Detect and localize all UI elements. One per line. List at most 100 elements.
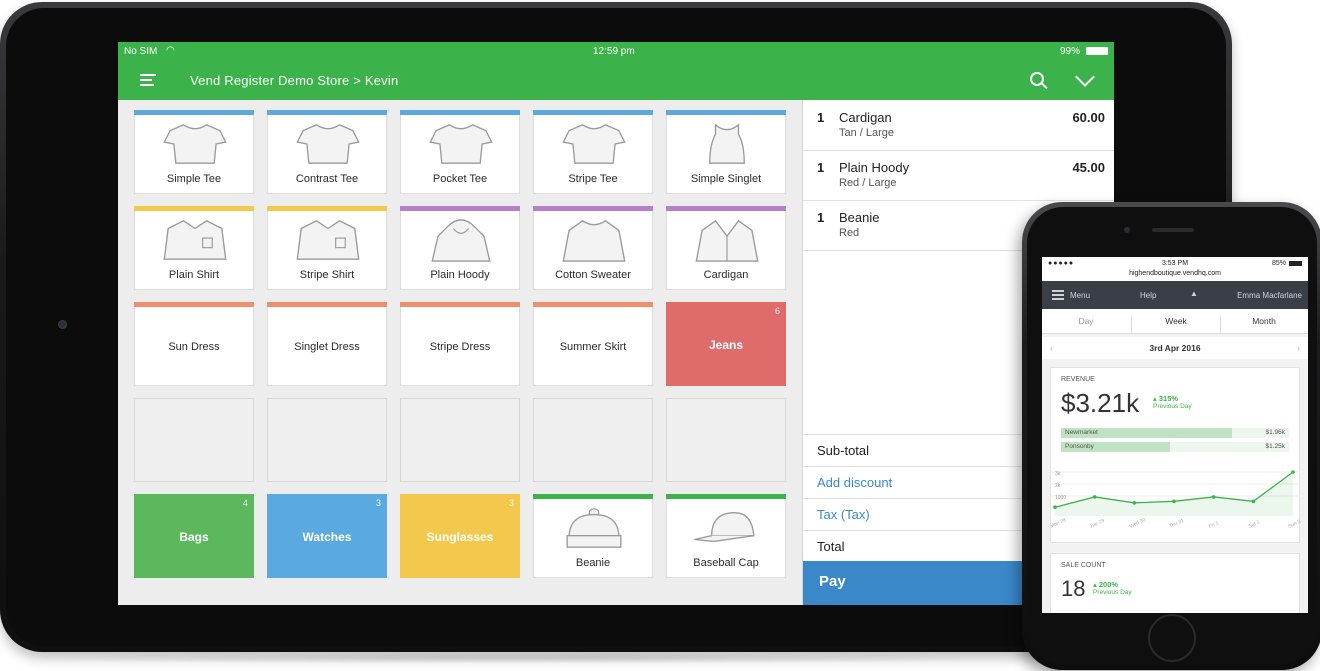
product-label: Bags	[179, 530, 209, 544]
product-tile[interactable]: Summer Skirt	[533, 302, 653, 386]
product-tile[interactable]: Beanie	[533, 494, 653, 578]
product-tile[interactable]: Stripe Shirt	[267, 206, 387, 290]
item-name: Beanie	[839, 210, 880, 225]
product-tile[interactable]: Singlet Dress	[267, 302, 387, 386]
date-selector: ‹ 3rd Apr 2016 ›	[1042, 337, 1308, 359]
x-tick-label: Fri 1	[1208, 520, 1220, 530]
product-tile[interactable]: 3 Sunglasses	[400, 494, 520, 578]
chevron-left-icon[interactable]: ‹	[1050, 337, 1053, 359]
revenue-point[interactable]	[1092, 495, 1097, 499]
sale-count-value: 18	[1061, 576, 1086, 601]
revenue-point[interactable]	[1053, 505, 1057, 509]
pos-screen: No SIM ◠ 12:59 pm 99% Vend Register Demo…	[118, 42, 1114, 605]
revenue-point[interactable]	[1132, 501, 1137, 505]
add-discount-label: Add discount	[817, 475, 893, 490]
product-label: Contrast Tee	[295, 173, 359, 185]
revenue-change-value: 315%	[1158, 394, 1179, 403]
category-color-bar	[666, 110, 786, 115]
hamburger-menu-icon[interactable]	[140, 74, 156, 86]
product-label: Pocket Tee	[432, 173, 488, 185]
category-color-bar	[666, 206, 786, 211]
y-tick-label: 3k	[1055, 471, 1061, 477]
hoody-icon	[431, 219, 491, 262]
cap-icon	[694, 511, 755, 543]
front-camera-icon	[1124, 227, 1130, 233]
item-variant: Red	[839, 227, 860, 239]
y-tick-label: 1000	[1055, 495, 1066, 501]
sale-count-card: SALE COUNT 18 ▴ 200% Previous Day	[1050, 553, 1300, 613]
product-tile[interactable]: Plain Shirt	[134, 206, 254, 290]
product-tile[interactable]: Stripe Tee	[533, 110, 653, 194]
product-label: Watches	[302, 530, 352, 544]
product-tile[interactable]: Stripe Dress	[400, 302, 520, 386]
product-label: Plain Shirt	[168, 269, 220, 281]
category-color-bar	[267, 302, 387, 307]
product-tile[interactable]: 3 Watches	[267, 494, 387, 578]
shirt-icon	[163, 220, 227, 260]
product-label: Simple Singlet	[690, 173, 762, 185]
product-tile[interactable]: Cardigan	[666, 206, 786, 290]
product-tile[interactable]: 4 Bags	[134, 494, 254, 578]
category-color-bar	[400, 110, 520, 115]
period-tabs: Day Week Month	[1042, 309, 1308, 334]
category-color-bar	[400, 302, 520, 307]
battery-icon	[1086, 47, 1108, 55]
phone-battery-text: 85%	[1271, 260, 1286, 267]
product-label: Simple Tee	[166, 173, 222, 185]
item-count-badge: 6	[774, 306, 780, 316]
product-tile[interactable]: Plain Hoody	[400, 206, 520, 290]
url-text: highendboutique.vendhq.com	[1129, 270, 1221, 277]
revenue-point[interactable]	[1291, 470, 1295, 474]
revenue-point[interactable]	[1172, 499, 1176, 504]
category-color-bar	[533, 494, 653, 499]
menu-icon[interactable]	[1052, 290, 1064, 300]
product-label: Cardigan	[703, 269, 749, 281]
empty-tile	[533, 398, 653, 482]
product-tile[interactable]: Simple Singlet	[666, 110, 786, 194]
product-tile[interactable]: Simple Tee	[134, 110, 254, 194]
product-tile[interactable]: Contrast Tee	[267, 110, 387, 194]
sale-count-label: SALE COUNT	[1061, 562, 1106, 569]
x-tick-label: Sun 3	[1287, 519, 1301, 530]
bell-icon[interactable]: ▲	[1190, 289, 1198, 298]
help-link[interactable]: Help	[1140, 291, 1156, 300]
pay-label: Pay	[819, 573, 846, 590]
carrier-text: No SIM	[124, 46, 158, 57]
clock: 12:59 pm	[593, 46, 635, 57]
menu-link[interactable]: Menu	[1070, 291, 1090, 300]
category-color-bar	[134, 110, 254, 115]
tab-day[interactable]: Day	[1042, 316, 1130, 326]
product-tile[interactable]: Pocket Tee	[400, 110, 520, 194]
chevron-down-icon[interactable]	[1075, 67, 1095, 87]
item-variant: Red / Large	[839, 177, 897, 189]
phone-status-bar: ●●●●● 3:53 PM 85% highendboutique.vendhq…	[1042, 257, 1308, 281]
store-name: Ponsonby	[1065, 443, 1094, 450]
user-name[interactable]: Emma Macfarlane	[1237, 291, 1302, 300]
product-tile[interactable]: Sun Dress	[134, 302, 254, 386]
search-icon[interactable]	[1030, 72, 1044, 86]
empty-tile	[666, 398, 786, 482]
cart-line-item[interactable]: 1 Plain Hoody Red / Large 45.00	[803, 150, 1114, 201]
phone-device: ●●●●● 3:53 PM 85% highendboutique.vendhq…	[1022, 202, 1320, 670]
tab-week[interactable]: Week	[1131, 316, 1221, 333]
chevron-right-icon[interactable]: ›	[1297, 337, 1300, 359]
product-tile[interactable]: 6 Jeans	[666, 302, 786, 386]
tab-month[interactable]: Month	[1220, 316, 1308, 326]
revenue-point[interactable]	[1251, 499, 1256, 504]
dashboard-nav: Menu Help ▲ Emma Macfarlane	[1042, 281, 1308, 309]
store-value: $1.25k	[1265, 443, 1285, 450]
up-arrow-icon: ▴	[1153, 394, 1157, 403]
product-tile[interactable]: Baseball Cap	[666, 494, 786, 578]
sale-count-change-note: Previous Day	[1093, 589, 1132, 596]
battery-text: 99%	[1059, 46, 1080, 57]
revenue-area	[1055, 472, 1293, 516]
sweater-icon	[562, 220, 626, 262]
app-header: Vend Register Demo Store > Kevin	[118, 60, 1114, 100]
cart-line-item[interactable]: 1 Cardigan Tan / Large 60.00	[803, 100, 1114, 151]
item-name: Plain Hoody	[839, 160, 910, 175]
product-tile[interactable]: Cotton Sweater	[533, 206, 653, 290]
home-button[interactable]	[1148, 614, 1196, 662]
store-value: $1.96k	[1265, 429, 1285, 436]
revenue-point[interactable]	[1211, 495, 1216, 499]
category-color-bar	[267, 206, 387, 211]
